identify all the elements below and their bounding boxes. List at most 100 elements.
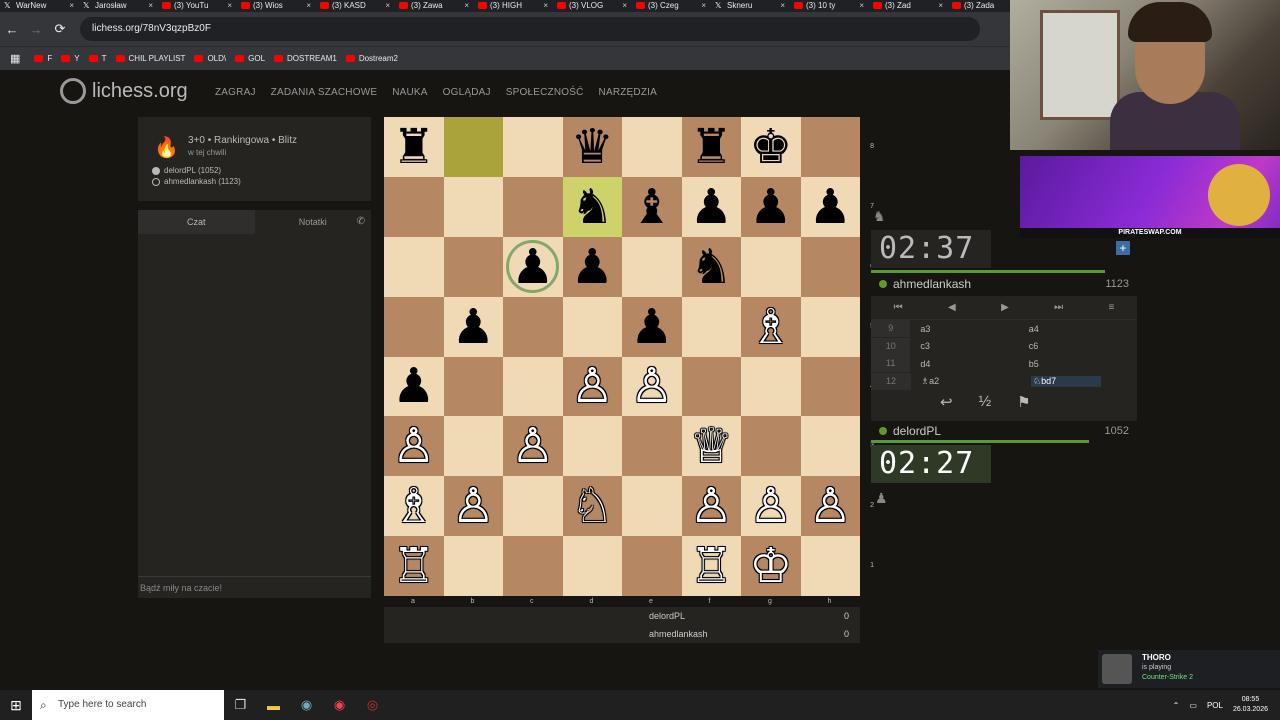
square-c3[interactable]: ♙ [503, 416, 563, 477]
square-c7[interactable] [503, 176, 563, 237]
black-piece[interactable]: ♟ [749, 183, 792, 231]
square-b5[interactable]: ♟ [443, 296, 503, 357]
move-white[interactable]: d4 [920, 359, 1028, 369]
square-a5[interactable] [384, 296, 444, 357]
square-e8[interactable] [622, 117, 682, 177]
file-explorer-icon[interactable]: ▬ [257, 698, 290, 713]
takeback-button[interactable]: ↩ [940, 393, 953, 411]
square-g4[interactable] [741, 356, 801, 417]
bookmark-item[interactable]: CHIL PLAYLIST [115, 54, 185, 63]
browser-tab[interactable]: (3) YouTu × [158, 0, 237, 12]
square-a2[interactable]: ♗ [384, 476, 444, 537]
white-piece[interactable]: ♗ [392, 482, 435, 530]
browser-icon[interactable]: ◉ [290, 697, 323, 713]
square-h3[interactable]: 3 [800, 416, 874, 477]
black-piece[interactable]: ♟ [690, 183, 733, 231]
move-black[interactable]: b5 [1029, 359, 1137, 369]
nav-item[interactable]: OGLĄDAJ [443, 87, 491, 98]
square-f1[interactable]: ♖ f [681, 536, 741, 605]
next-move-button[interactable]: ▶ [1001, 302, 1009, 313]
square-b1[interactable]: b [443, 536, 503, 605]
nav-item[interactable]: ZAGRAJ [215, 87, 256, 98]
white-piece[interactable]: ♖ [690, 542, 733, 590]
bookmark-item[interactable]: Y [61, 54, 80, 63]
square-g7[interactable]: ♟ [741, 176, 801, 237]
nav-item[interactable]: ZADANIA SZACHOWE [271, 87, 378, 98]
tab-close-icon[interactable]: × [780, 0, 785, 11]
task-view-icon[interactable]: ❐ [224, 697, 257, 713]
square-h4[interactable]: 4 [800, 356, 874, 417]
square-e1[interactable]: e [622, 536, 682, 605]
white-piece[interactable]: ♙ [690, 482, 733, 530]
plus-icon[interactable]: + [1116, 241, 1130, 255]
bookmark-item[interactable]: OLD\ [194, 54, 226, 63]
tab-close-icon[interactable]: × [148, 0, 153, 11]
square-e3[interactable] [622, 416, 682, 477]
square-g2[interactable]: ♙ [741, 476, 801, 537]
nav-item[interactable]: SPOŁECZNOŚĆ [506, 87, 584, 98]
square-g8[interactable]: ♚ [741, 117, 801, 177]
white-piece[interactable]: ♔ [749, 542, 792, 590]
browser-tab[interactable]: (3) 10 ty × [790, 0, 869, 12]
square-f6[interactable]: ♞ [681, 236, 741, 297]
voice-chat-icon[interactable]: ✆ [357, 216, 365, 227]
square-c5[interactable] [503, 296, 563, 357]
square-c6[interactable]: ♟ [503, 236, 563, 297]
taskbar-search[interactable]: ⌕ Type here to search [32, 690, 224, 720]
square-d8[interactable]: ♛ [562, 117, 622, 177]
browser-tab[interactable]: (3) VLOG × [553, 0, 632, 12]
square-c2[interactable] [503, 476, 563, 537]
square-b7[interactable] [443, 176, 503, 237]
reload-icon[interactable]: ⟳ [48, 21, 72, 37]
black-piece[interactable]: ♜ [690, 123, 733, 171]
square-a3[interactable]: ♙ [384, 416, 444, 477]
chat-input[interactable]: Bądź miły na czacie! [138, 576, 371, 598]
white-piece[interactable]: ♙ [630, 362, 673, 410]
first-move-button[interactable]: ⏮ [894, 302, 903, 313]
white-piece[interactable]: ♙ [392, 422, 435, 470]
browser-tab[interactable]: 𝕏 Jarosław × [79, 0, 158, 12]
browser-tab[interactable]: 𝕏 Skneru × [711, 0, 790, 12]
square-f3[interactable]: ♕ [681, 416, 741, 477]
square-d5[interactable] [562, 296, 622, 357]
white-player-line[interactable]: delordPL (1052) [152, 166, 221, 175]
language-indicator[interactable]: POL [1207, 701, 1223, 710]
square-a6[interactable] [384, 236, 444, 297]
browser-tab[interactable]: (3) Zawa × [395, 0, 474, 12]
chevron-up-icon[interactable]: ⌃ [1173, 701, 1180, 710]
black-piece[interactable]: ♟ [630, 303, 673, 351]
white-piece[interactable]: ♘ [571, 482, 614, 530]
browser-tab[interactable]: (3) Czeg × [632, 0, 711, 12]
browser-tab[interactable]: (3) Zad × [869, 0, 948, 12]
windows-start-icon[interactable]: ⊞ [0, 697, 32, 714]
move-black[interactable]: ♘bd7 [1031, 375, 1101, 387]
square-h5[interactable]: 5 [800, 296, 874, 357]
square-h7[interactable]: ♟ 7 [800, 176, 874, 237]
white-piece[interactable]: ♙ [749, 482, 792, 530]
resign-flag-button[interactable]: ⚑ [1017, 393, 1030, 411]
square-d3[interactable] [562, 416, 622, 477]
black-piece[interactable]: ♚ [749, 123, 792, 171]
move-white[interactable]: a3 [920, 324, 1028, 334]
white-piece[interactable]: ♙ [452, 482, 495, 530]
tab-close-icon[interactable]: × [938, 0, 943, 11]
square-b6[interactable] [443, 236, 503, 297]
square-e5[interactable]: ♟ [622, 296, 682, 357]
bookmark-item[interactable]: F [34, 54, 52, 63]
black-player-line[interactable]: ahmedlankash (1123) [152, 177, 241, 186]
black-piece[interactable]: ♞ [690, 243, 733, 291]
bottom-player[interactable]: delordPL 1052 [879, 424, 1137, 438]
tab-close-icon[interactable]: × [306, 0, 311, 11]
back-icon[interactable]: ← [0, 22, 24, 37]
square-b4[interactable] [443, 356, 503, 417]
square-a4[interactable]: ♟ [384, 356, 444, 417]
white-piece[interactable]: ♙ [809, 482, 852, 530]
bookmark-item[interactable]: DOSTREAM1 [274, 54, 337, 63]
move-black[interactable]: c6 [1029, 341, 1137, 351]
square-e7[interactable]: ♝ [622, 176, 682, 237]
square-c4[interactable] [503, 356, 563, 417]
move-white[interactable]: c3 [920, 341, 1028, 351]
square-c1[interactable]: c [503, 536, 563, 605]
nav-item[interactable]: NARZĘDZIA [599, 87, 657, 98]
black-piece[interactable]: ♟ [809, 183, 852, 231]
